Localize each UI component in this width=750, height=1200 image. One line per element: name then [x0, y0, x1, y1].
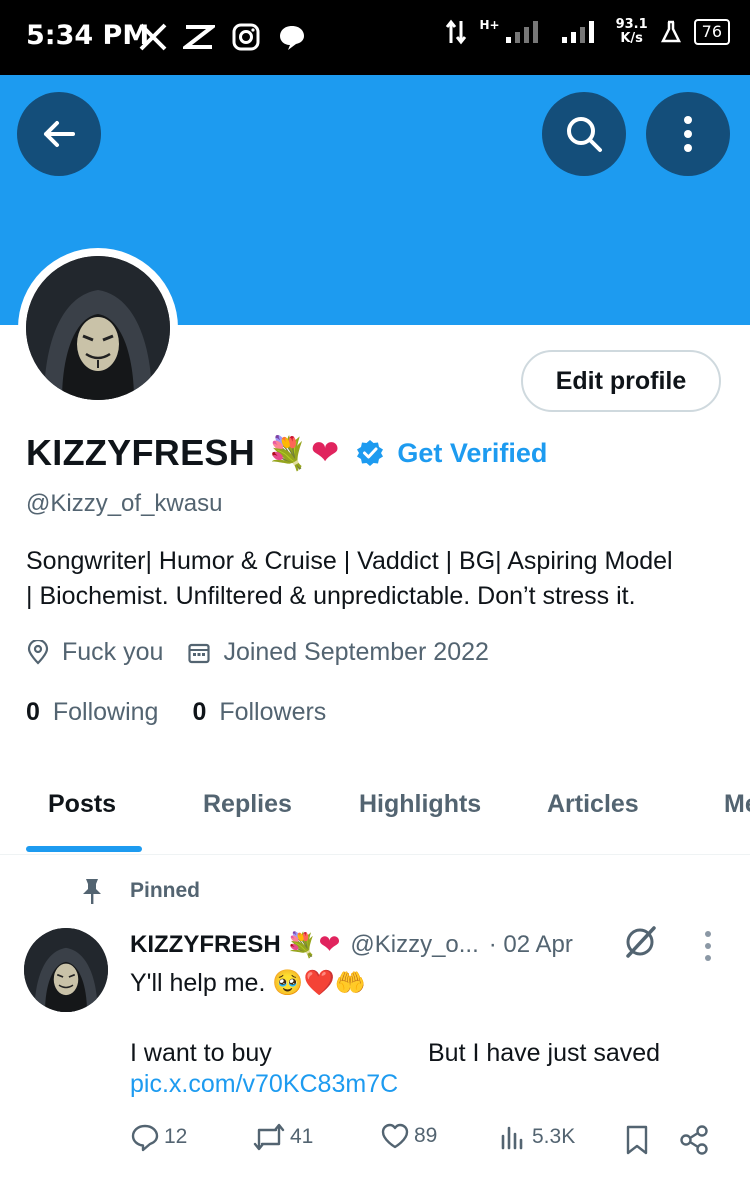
like-count: 89 [414, 1124, 438, 1147]
views-count: 5.3K [532, 1125, 576, 1148]
tweet-avatar[interactable] [24, 928, 108, 1012]
tab-replies[interactable]: Replies [203, 790, 292, 819]
profile-bio: Songwriter| Humor & Cruise | Vaddict | B… [26, 544, 736, 614]
bio-line-1: Songwriter| Humor & Cruise | Vaddict | B… [26, 547, 673, 575]
data-transfer-icon [446, 19, 467, 45]
status-bar: 5:34 PM H+ 93.1 K/s 76 [0, 0, 750, 75]
network-type: H+ [479, 18, 500, 32]
follow-stats: 0 Following 0 Followers [26, 698, 326, 727]
profile-avatar[interactable] [18, 248, 178, 408]
profile-name-row: KIZZYFRESH 💐 ❤ Get Verified [26, 432, 547, 474]
tweet-line-2-left: I want to buy [130, 1039, 272, 1067]
following-count: 0 [26, 698, 40, 726]
heart-emoji: ❤ [318, 930, 341, 960]
profile-meta: Fuck you Joined September 2022 [26, 638, 489, 667]
hooded-mask-figure-icon [24, 928, 108, 1012]
speed-unit: K/s [620, 31, 643, 46]
more-button[interactable] [646, 92, 730, 176]
get-verified-label: Get Verified [397, 437, 548, 468]
search-icon [567, 117, 602, 152]
tweet-date[interactable]: · 02 Apr [489, 931, 573, 959]
reply-count: 12 [164, 1125, 188, 1148]
pinned-indicator: Pinned [80, 876, 200, 906]
tweet-more-icon[interactable] [702, 930, 714, 962]
edit-profile-button[interactable]: Edit profile [521, 350, 721, 412]
tab-highlights[interactable]: Highlights [359, 790, 481, 819]
reply-button[interactable]: 12 [130, 1122, 187, 1152]
bouquet-emoji: 💐 [267, 434, 307, 472]
bouquet-emoji: 💐 [286, 931, 317, 959]
heart-icon [381, 1123, 409, 1149]
repost-button[interactable]: 41 [252, 1122, 313, 1152]
joined-item: Joined September 2022 [187, 638, 489, 667]
battery-level: 76 [701, 22, 722, 41]
tweet-line-2: I want to buy But I have just saved [130, 1036, 730, 1071]
tweet-media-link[interactable]: pic.x.com/v70KC83m7C [130, 1070, 398, 1099]
profile-name: KIZZYFRESH [26, 432, 256, 473]
following-link[interactable]: 0 Following [26, 698, 158, 727]
views-button[interactable]: 5.3K [498, 1122, 575, 1152]
location-pin-icon [27, 639, 49, 665]
location-item: Fuck you [26, 638, 163, 667]
following-label: Following [52, 698, 159, 726]
tweet-author-handle[interactable]: @Kizzy_o... [350, 931, 478, 959]
pin-icon [83, 879, 101, 904]
followers-link[interactable]: 0 Followers [192, 698, 326, 727]
tab-media[interactable]: Me [724, 790, 750, 819]
speed-value: 93.1 [615, 17, 648, 32]
search-button[interactable] [542, 92, 626, 176]
tab-articles[interactable]: Articles [547, 790, 639, 819]
tweet-body: Y'll help me. 🥹❤️🤲 I want to buy But I h… [130, 966, 730, 1071]
tweet-line-2-right: But I have just saved [428, 1039, 661, 1067]
edit-profile-label: Edit profile [555, 366, 687, 395]
get-verified-button[interactable]: Get Verified [355, 438, 547, 469]
followers-label: Followers [219, 698, 327, 726]
tweet-actions: 12 41 89 5.3K [130, 1122, 730, 1158]
status-time: 5:34 PM [26, 20, 150, 51]
pinned-label: Pinned [130, 879, 201, 902]
avatar-image [26, 256, 170, 400]
battery-indicator: 76 [693, 19, 730, 45]
profile-tabs: Posts Replies Highlights Articles Me [0, 770, 750, 855]
tweet-header: KIZZYFRESH 💐 ❤ @Kizzy_o... · 02 Apr [130, 930, 573, 960]
x-logo-icon [139, 23, 167, 51]
chat-bubble-icon [280, 26, 304, 50]
views-chart-icon [501, 1126, 523, 1150]
location-text: Fuck you [62, 638, 164, 666]
grok-icon[interactable] [622, 924, 658, 960]
more-vertical-icon [684, 116, 692, 152]
bio-line-2: | Biochemist. Unfiltered & unpredictable… [26, 582, 636, 610]
tab-posts[interactable]: Posts [48, 790, 116, 819]
tweet-author-name[interactable]: KIZZYFRESH [130, 931, 281, 959]
arrow-left-icon [44, 121, 75, 147]
followers-count: 0 [192, 698, 207, 726]
lab-flask-icon [660, 20, 681, 43]
active-tab-indicator [26, 846, 142, 852]
tweet-line-1: Y'll help me. 🥹❤️🤲 [130, 969, 366, 997]
bookmark-icon[interactable] [624, 1124, 650, 1156]
hooded-mask-figure-icon [26, 256, 170, 400]
calendar-icon [188, 643, 211, 663]
profile-handle: @Kizzy_of_kwasu [26, 490, 223, 517]
signal-icon-1 [505, 21, 538, 43]
reply-icon [131, 1124, 159, 1152]
repost-count: 41 [290, 1125, 314, 1148]
joined-text: Joined September 2022 [223, 638, 489, 666]
status-right: H+ 93.1 K/s 76 [445, 18, 730, 46]
capcut-icon [183, 25, 215, 49]
like-button[interactable]: 89 [380, 1122, 437, 1150]
share-icon[interactable] [678, 1124, 710, 1156]
signal-icon-2 [561, 21, 594, 43]
network-speed: 93.1 K/s [616, 18, 648, 46]
verified-badge-icon [357, 440, 384, 466]
heart-emoji: ❤ [310, 433, 340, 473]
instagram-icon [232, 23, 260, 51]
repost-icon [253, 1123, 285, 1151]
back-button[interactable] [17, 92, 101, 176]
